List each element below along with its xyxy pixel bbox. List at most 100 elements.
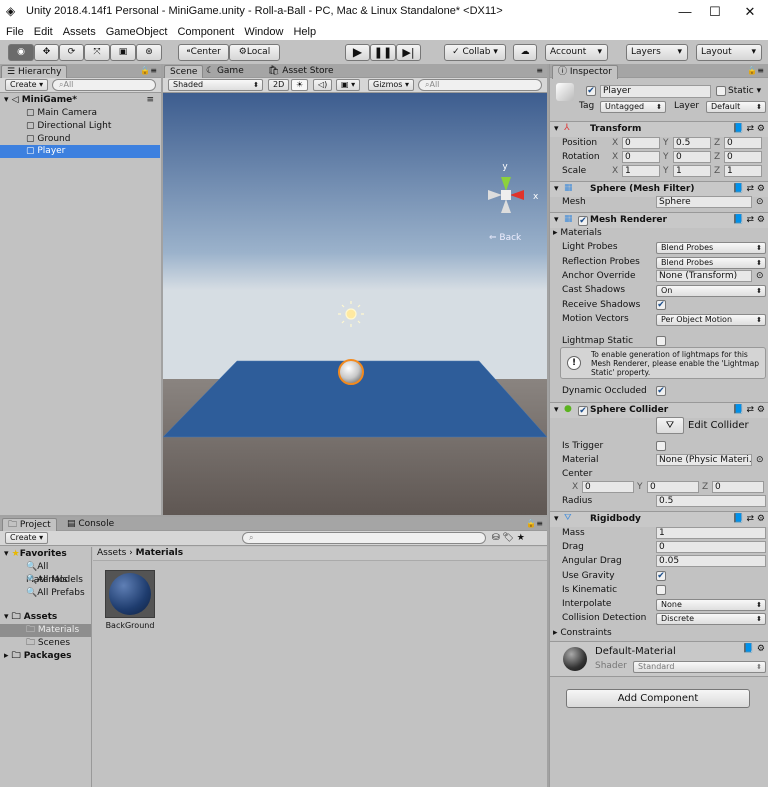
play-button[interactable]: ▶: [345, 44, 370, 61]
position-x-input[interactable]: 0: [622, 137, 660, 149]
shading-dropdown[interactable]: Shaded: [168, 79, 263, 91]
component-header-icons[interactable]: 📘 ⇄ ⚙: [732, 514, 765, 524]
scale-x-input[interactable]: 1: [622, 165, 660, 177]
rotation-z-input[interactable]: 0: [724, 151, 762, 163]
menu-help[interactable]: Help: [293, 26, 316, 38]
materials-foldout[interactable]: ▸ Materials: [553, 228, 602, 238]
active-checkbox[interactable]: ✔: [586, 86, 596, 96]
tab-inspector[interactable]: ⓘ Inspector: [552, 65, 618, 79]
scale-z-input[interactable]: 1: [724, 165, 762, 177]
folder-materials[interactable]: 🗀 Materials: [0, 624, 91, 637]
mass-input[interactable]: 1: [656, 527, 766, 539]
project-create-dropdown[interactable]: Create ▾: [5, 532, 49, 544]
menu-assets[interactable]: Assets: [63, 26, 96, 38]
component-header-icons[interactable]: 📘 ⇄ ⚙: [732, 215, 765, 225]
angular-drag-input[interactable]: 0.05: [656, 555, 766, 567]
tab-hierarchy[interactable]: ☰ Hierarchy: [1, 65, 68, 79]
position-y-input[interactable]: 0.5: [673, 137, 711, 149]
pivot-center-button[interactable]: ⁌Center: [178, 44, 229, 61]
maximize-button[interactable]: ☐: [700, 2, 730, 22]
audio-toggle-icon[interactable]: ◁): [313, 79, 333, 91]
rotate-tool-icon[interactable]: ⟳: [59, 44, 84, 61]
interpolate-dropdown[interactable]: None: [656, 599, 766, 611]
rotation-y-input[interactable]: 0: [673, 151, 711, 163]
layer-dropdown[interactable]: Default: [706, 101, 766, 113]
collision-detection-dropdown[interactable]: Discrete: [656, 613, 766, 625]
menu-file[interactable]: File: [6, 26, 24, 38]
center-xyz-y-input[interactable]: 0: [647, 481, 699, 493]
fav-item[interactable]: 🔍All Materials: [0, 561, 92, 585]
tab-game[interactable]: ☾ Game: [201, 65, 249, 79]
tab-asset-store[interactable]: 🛍 Asset Store: [263, 65, 339, 79]
position-z-input[interactable]: 0: [724, 137, 762, 149]
center-xyz-x-input[interactable]: 0: [582, 481, 634, 493]
foldout-arrow-icon[interactable]: ▾: [554, 124, 559, 134]
lighting-toggle-icon[interactable]: ☀: [291, 79, 309, 91]
scale-tool-icon[interactable]: ⤧: [84, 44, 110, 61]
breadcrumb-assets[interactable]: Assets: [97, 548, 126, 558]
rect-tool-icon[interactable]: ▣: [110, 44, 136, 61]
packages-folder[interactable]: ▸ 🗀 Packages: [0, 650, 92, 663]
project-search-input[interactable]: ⌕: [242, 532, 486, 544]
foldout-arrow-icon[interactable]: ▾: [554, 215, 559, 225]
foldout-arrow-icon[interactable]: ▾: [554, 184, 559, 194]
mesh-object-field[interactable]: Sphere: [656, 196, 752, 208]
pivot-local-button[interactable]: ⚙Local: [229, 44, 280, 61]
component-header-icons[interactable]: 📘 ⇄ ⚙: [732, 124, 765, 134]
transform-tool-icon[interactable]: ⊛: [136, 44, 162, 61]
fav-item[interactable]: 🔍All Models: [0, 574, 92, 587]
folder-scenes[interactable]: 🗀 Scenes: [0, 637, 92, 650]
foldout-arrow-icon[interactable]: ▾: [554, 405, 559, 415]
component-enabled-checkbox[interactable]: ✔: [578, 216, 588, 226]
scale-y-input[interactable]: 1: [673, 165, 711, 177]
object-name-input[interactable]: Player: [600, 85, 711, 98]
tab-console[interactable]: ▤ Console: [62, 518, 119, 532]
scene-root[interactable]: ▾ ◁ MiniGame* ≡: [0, 94, 160, 107]
mesh-renderer-component-header[interactable]: ▾ ▦ ✔ Mesh Renderer 📘 ⇄ ⚙: [550, 212, 768, 228]
cloud-icon[interactable]: ☁: [513, 44, 537, 61]
hierarchy-search-input[interactable]: ⌕All: [52, 79, 156, 91]
layers-dropdown[interactable]: Layers ▾: [626, 44, 688, 61]
center-xyz-z-input[interactable]: 0: [712, 481, 764, 493]
component-header-icons[interactable]: 📘 ⇄ ⚙: [732, 184, 765, 194]
add-component-button[interactable]: Add Component: [566, 689, 750, 708]
view-tool-icon[interactable]: ◉: [8, 44, 34, 61]
favorites-folder[interactable]: ▾ ★Favorites: [0, 548, 92, 561]
filter-icons[interactable]: ⛁ 🏷 ★: [492, 533, 525, 543]
receive-shadows-checkbox[interactable]: ✔: [656, 300, 666, 310]
reflection-probes-dropdown[interactable]: Blend Probes: [656, 257, 766, 269]
scene-viewport[interactable]: y x ⇐ Back: [163, 93, 547, 515]
account-dropdown[interactable]: Account ▾: [545, 44, 608, 61]
step-button[interactable]: ▶|: [396, 44, 421, 61]
hierarchy-item[interactable]: ▢ Main Camera: [0, 107, 160, 120]
create-dropdown[interactable]: Create ▾: [5, 79, 49, 91]
move-tool-icon[interactable]: ✥: [34, 44, 59, 61]
drag-input[interactable]: 0: [656, 541, 766, 553]
radius-input[interactable]: 0.5: [656, 495, 766, 507]
menu-window[interactable]: Window: [244, 26, 283, 38]
lightmap-static-checkbox[interactable]: [656, 336, 666, 346]
anchor-override-object-field[interactable]: None (Transform): [656, 270, 752, 282]
tab-project[interactable]: 🗀 Project: [2, 518, 57, 532]
shader-dropdown[interactable]: Standard: [633, 661, 766, 673]
rotation-x-input[interactable]: 0: [622, 151, 660, 163]
menu-gameobject[interactable]: GameObject: [106, 26, 168, 38]
hierarchy-item-selected[interactable]: ▢ Player: [0, 145, 160, 158]
hierarchy-item[interactable]: ▢ Directional Light: [0, 120, 160, 133]
sphere-collider-component-header[interactable]: ▾ ● ✔ Sphere Collider 📘 ⇄ ⚙: [550, 402, 768, 418]
use-gravity-checkbox[interactable]: ✔: [656, 571, 666, 581]
panel-menu-icon[interactable]: ≡: [536, 66, 543, 75]
material-object-field[interactable]: None (Physic Materi.: [656, 454, 752, 466]
layout-dropdown[interactable]: Layout ▾: [696, 44, 762, 61]
edit-collider-icon[interactable]: ⛛: [656, 417, 684, 434]
mesh-picker-icon[interactable]: ⊙: [756, 197, 764, 207]
foldout-arrow-icon[interactable]: ▾: [554, 514, 559, 524]
motion-vectors-dropdown[interactable]: Per Object Motion: [656, 314, 766, 326]
constraints-foldout[interactable]: ▸ Constraints: [553, 628, 612, 638]
light-probes-dropdown[interactable]: Blend Probes: [656, 242, 766, 254]
menu-edit[interactable]: Edit: [34, 26, 53, 38]
minimize-button[interactable]: —: [670, 2, 700, 22]
gizmos-dropdown[interactable]: Gizmos ▾: [368, 79, 415, 91]
tab-scene[interactable]: Scene: [164, 65, 204, 79]
effects-dropdown-icon[interactable]: ▣ ▾: [336, 79, 361, 91]
